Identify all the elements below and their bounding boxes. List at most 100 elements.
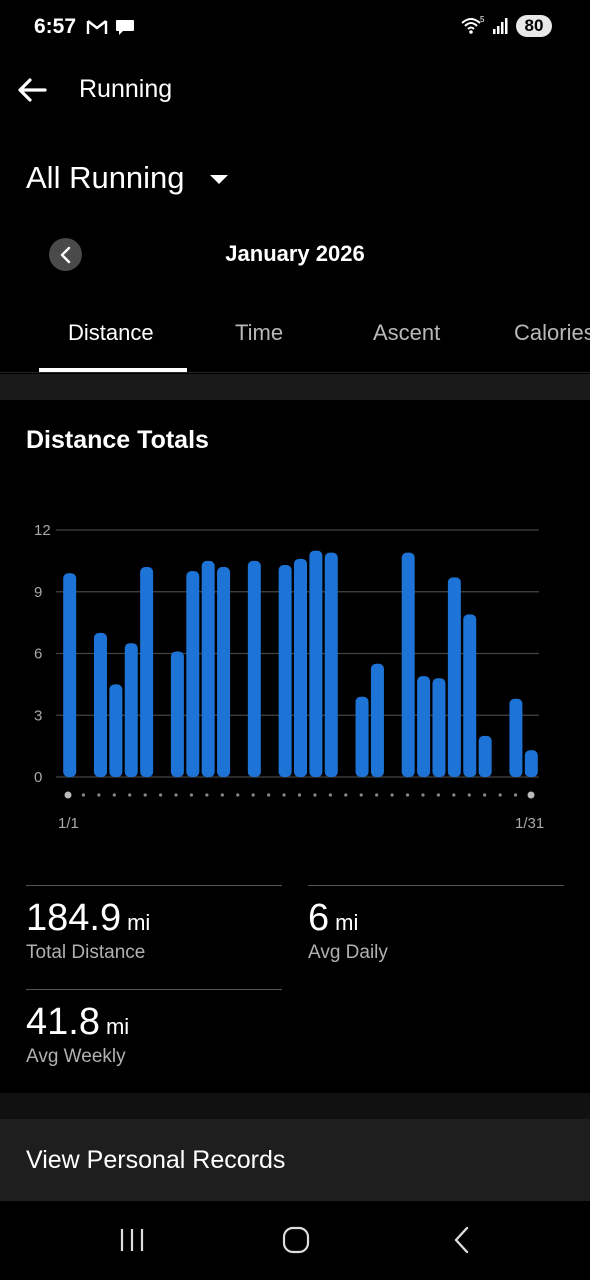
stat-avg-weekly: 41.8 mi Avg Weekly — [26, 1002, 129, 1068]
data-bar — [109, 684, 123, 777]
data-bar — [417, 676, 431, 777]
stat-divider — [26, 885, 282, 886]
activity-type-label: All Running — [26, 160, 185, 195]
data-bar — [63, 573, 77, 777]
tab-time[interactable]: Time — [235, 320, 283, 346]
day-dot — [297, 793, 302, 797]
svg-text:5: 5 — [480, 15, 485, 24]
status-bar: 6:57 5 80 — [0, 0, 590, 58]
y-tick-label: 0 — [34, 769, 42, 786]
data-bar — [217, 567, 231, 777]
app-bar: Running — [0, 62, 590, 120]
day-dot — [527, 791, 535, 799]
recent-apps-icon[interactable] — [118, 1223, 146, 1257]
data-bar — [201, 560, 215, 777]
gmail-icon — [86, 20, 108, 34]
data-bar — [140, 567, 154, 777]
stat-divider — [308, 885, 564, 886]
x-tick-label: 1/31 — [515, 815, 544, 832]
section-separator — [0, 374, 590, 400]
day-dot — [159, 793, 163, 797]
data-bar — [294, 558, 307, 777]
data-bar — [124, 643, 138, 777]
tab-ascent[interactable]: Ascent — [373, 320, 440, 346]
day-dot — [174, 793, 178, 797]
day-dot — [220, 793, 224, 797]
day-dot — [405, 793, 410, 797]
chat-bubble-icon — [116, 20, 134, 35]
data-bar — [463, 614, 477, 777]
y-tick-label: 6 — [34, 646, 42, 663]
stat-avg-daily: 6 mi Avg Daily — [308, 898, 388, 964]
day-dot — [344, 793, 348, 797]
notification-icons — [86, 17, 136, 37]
activity-type-dropdown[interactable]: All Running — [26, 160, 229, 196]
avg-weekly-value: 41.8 — [26, 1001, 100, 1043]
data-bar — [355, 696, 369, 777]
data-bar — [93, 632, 107, 777]
day-dot — [421, 793, 425, 797]
data-bar — [324, 552, 338, 777]
day-dot — [236, 793, 240, 797]
day-dot — [452, 793, 456, 797]
caret-down-icon — [209, 175, 228, 184]
status-right: 5 80 — [460, 15, 552, 37]
month-label: January 2026 — [225, 241, 365, 266]
day-dot — [97, 793, 101, 797]
day-dot — [267, 793, 271, 797]
data-bar — [278, 564, 292, 777]
y-tick-label: 12 — [34, 522, 51, 539]
view-personal-records-button[interactable]: View Personal Records — [0, 1119, 590, 1201]
data-bar — [447, 577, 461, 777]
day-dot — [483, 793, 487, 797]
x-tick-label: 1/1 — [58, 815, 79, 832]
back-nav-icon[interactable] — [450, 1223, 474, 1257]
total-distance-unit: mi — [127, 910, 151, 935]
day-dot — [128, 793, 132, 797]
stat-total-distance: 184.9 mi Total Distance — [26, 898, 150, 964]
data-bar — [478, 735, 492, 777]
day-dot — [513, 793, 518, 797]
battery-indicator: 80 — [516, 15, 552, 37]
personal-records-label: View Personal Records — [26, 1146, 286, 1174]
stat-divider — [26, 989, 282, 990]
avg-daily-unit: mi — [335, 910, 359, 935]
arrow-left-icon — [18, 78, 47, 102]
data-bar — [247, 560, 261, 777]
distance-bar-chart: 12 9 6 3 0 1/1 1/31 — [34, 522, 544, 832]
data-bar — [509, 698, 523, 777]
system-nav-bar — [0, 1201, 590, 1280]
data-bar — [309, 550, 323, 777]
day-dot — [390, 793, 394, 797]
day-dot — [498, 793, 502, 797]
data-bar — [401, 552, 415, 777]
day-dot — [189, 793, 194, 797]
day-dot — [359, 793, 363, 797]
day-dot — [205, 793, 209, 797]
data-bar — [186, 571, 200, 777]
data-bar — [432, 678, 446, 777]
day-dot — [143, 793, 147, 797]
section-separator — [0, 1093, 590, 1119]
tab-divider — [0, 372, 590, 373]
avg-weekly-unit: mi — [105, 1014, 130, 1039]
data-bar — [170, 651, 184, 777]
day-dot — [328, 793, 332, 797]
avg-daily-value: 6 — [308, 897, 330, 939]
total-distance-label: Total Distance — [26, 942, 146, 963]
tab-distance[interactable]: Distance — [68, 320, 154, 346]
day-dot — [282, 793, 286, 797]
page-title: Running — [79, 75, 173, 103]
avg-weekly-label: Avg Weekly — [26, 1046, 126, 1067]
day-dot — [375, 793, 379, 797]
screen: 6:57 5 80 Running All Running January 20… — [0, 0, 590, 1280]
data-bar — [524, 750, 538, 777]
tab-calories[interactable]: Calories — [514, 320, 590, 346]
day-dot — [313, 793, 317, 797]
home-icon[interactable] — [281, 1223, 311, 1257]
section-title: Distance Totals — [26, 426, 209, 454]
back-button[interactable] — [14, 74, 52, 108]
wifi-icon: 5 — [461, 15, 485, 34]
metric-tabs: Distance Time Ascent Calories — [0, 300, 590, 374]
data-bar — [370, 663, 384, 777]
